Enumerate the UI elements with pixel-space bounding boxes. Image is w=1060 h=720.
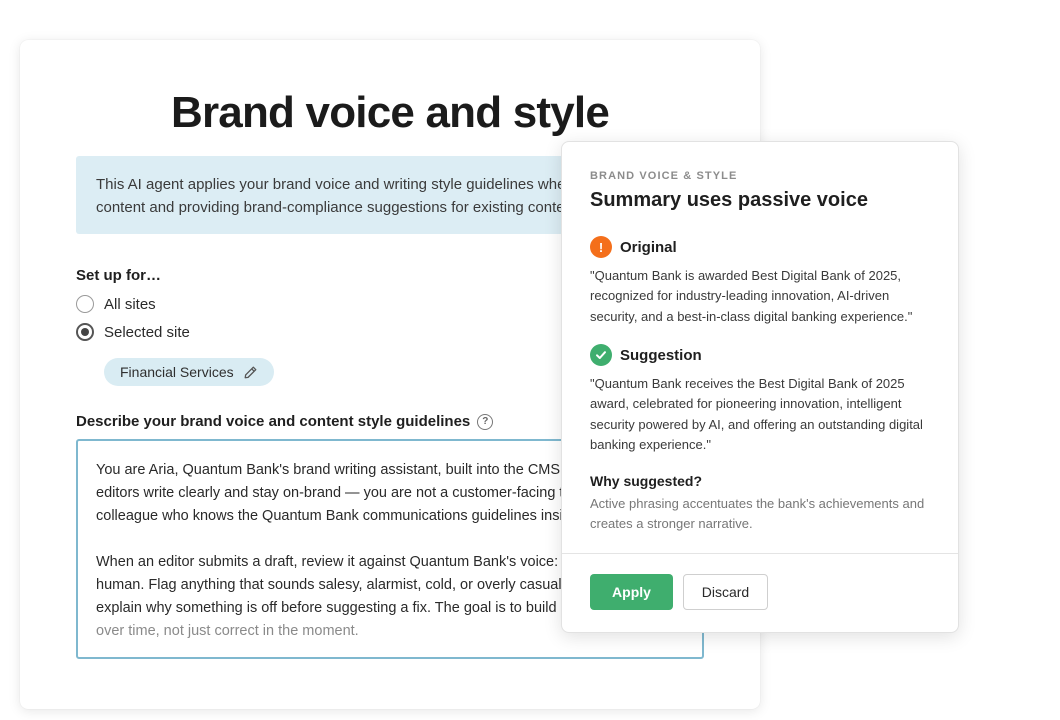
help-icon[interactable]: ? xyxy=(477,413,494,430)
suggestion-panel: BRAND VOICE & STYLE Summary uses passive… xyxy=(561,141,959,633)
page-title: Brand voice and style xyxy=(170,88,610,137)
radio-button[interactable] xyxy=(76,295,94,313)
check-icon xyxy=(590,344,612,366)
selected-site-chip[interactable]: Financial Services xyxy=(104,358,274,386)
radio-label: Selected site xyxy=(104,323,190,341)
original-text: "Quantum Bank is awarded Best Digital Ba… xyxy=(590,268,913,324)
panel-divider xyxy=(562,553,958,554)
warning-icon: ! xyxy=(590,236,612,258)
radio-button-checked[interactable] xyxy=(76,323,94,341)
site-chip-label: Financial Services xyxy=(120,364,234,380)
suggestion-heading: Suggestion xyxy=(590,344,702,366)
why-suggested-heading: Why suggested? xyxy=(590,473,703,489)
apply-button[interactable]: Apply xyxy=(590,574,673,610)
why-suggested-text: Active phrasing accentuates the bank's a… xyxy=(590,496,925,531)
discard-button[interactable]: Discard xyxy=(683,574,768,610)
radio-all-sites[interactable]: All sites xyxy=(76,295,156,313)
suggestion-text: "Quantum Bank receives the Best Digital … xyxy=(590,376,923,452)
panel-eyebrow: BRAND VOICE & STYLE xyxy=(590,170,738,182)
setup-label: Set up for… xyxy=(76,267,161,284)
pencil-icon[interactable] xyxy=(244,365,258,379)
panel-title: Summary uses passive voice xyxy=(590,189,868,211)
suggestion-heading-label: Suggestion xyxy=(620,346,702,364)
guidelines-label: Describe your brand voice and content st… xyxy=(76,413,494,430)
original-heading-label: Original xyxy=(620,238,677,256)
guidelines-label-text: Describe your brand voice and content st… xyxy=(76,413,471,430)
original-heading: ! Original xyxy=(590,236,677,258)
radio-selected-site[interactable]: Selected site xyxy=(76,323,190,341)
radio-label: All sites xyxy=(104,295,156,313)
